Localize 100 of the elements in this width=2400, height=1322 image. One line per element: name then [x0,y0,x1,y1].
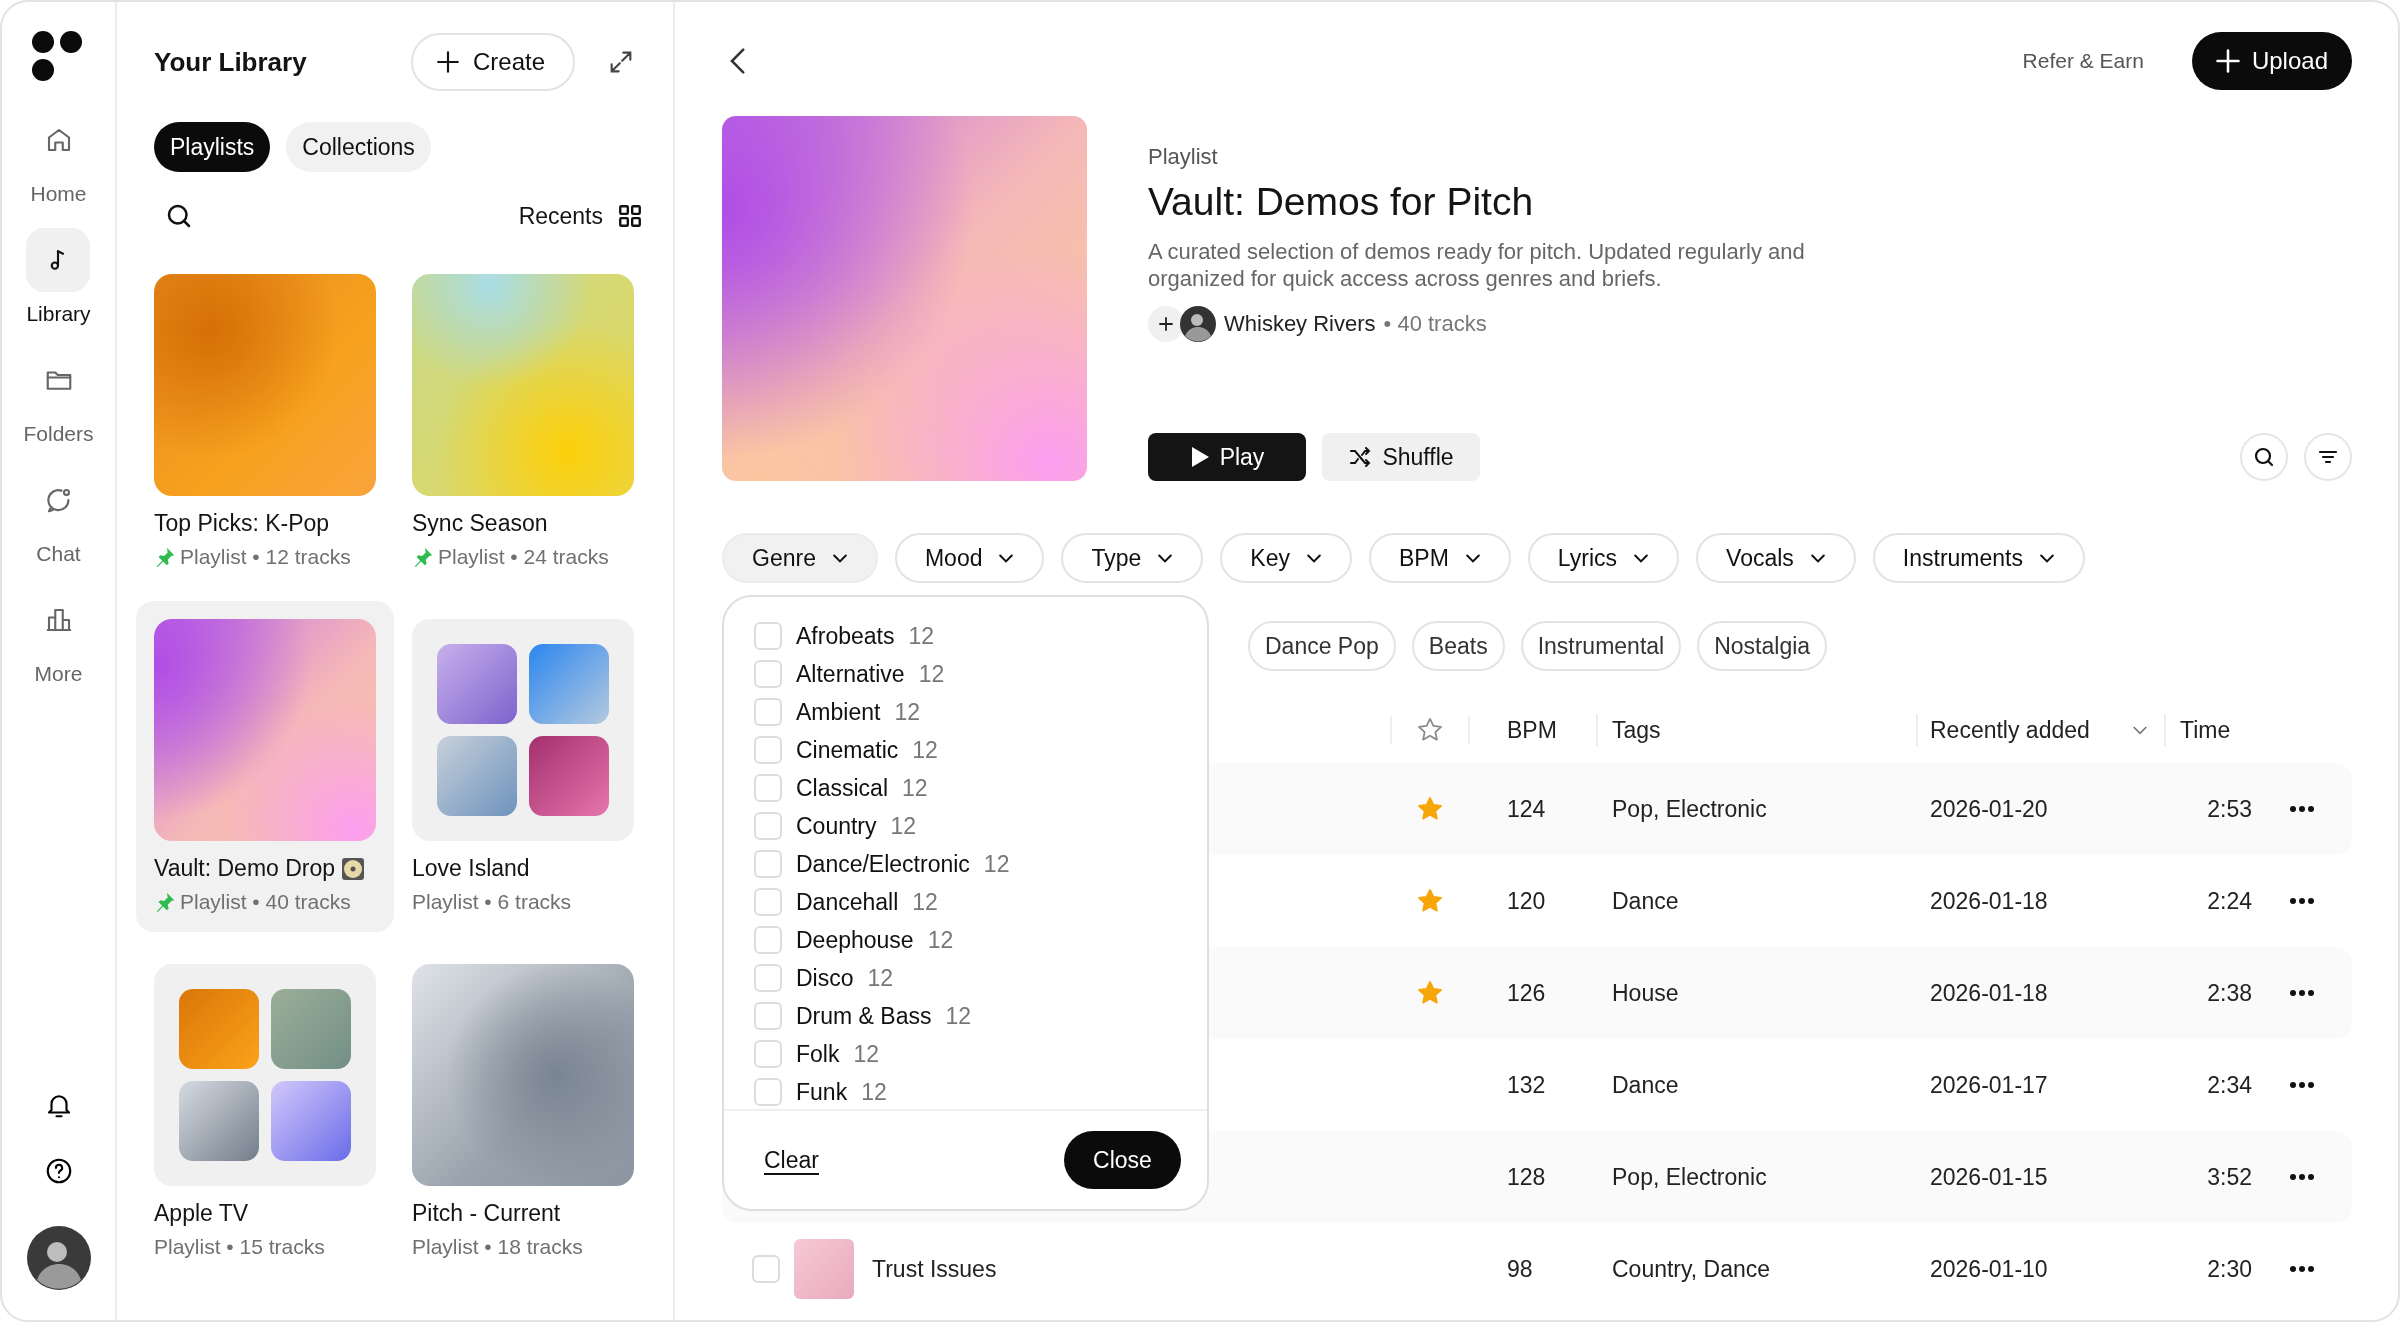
card-title: Vault: Demo Drop [154,855,336,882]
pin-icon [412,546,434,568]
playlist-card[interactable]: Love Island Playlist • 6 tracks [394,601,652,932]
tags-cell-text: Pop, Electronic [1611,795,1768,823]
pin-icon [154,546,176,568]
shuffle-icon [1348,445,1373,469]
tag-chip[interactable]: Instrumental [1520,621,1682,671]
search-icon [2252,445,2276,469]
bpm-cell-text: 132 [1506,1071,1547,1099]
plus-icon [1157,315,1175,333]
track-thumbnail [794,1239,854,1299]
playlist-card[interactable]: Pitch - Current Playlist • 18 tracks [394,946,652,1277]
tags-cell-text: House [1611,979,1680,1007]
nav-item[interactable]: Home [26,108,91,206]
user-avatar[interactable] [26,1226,91,1290]
genre-option[interactable]: Afrobeats 12 [754,617,1207,655]
library-tab[interactable]: Playlists [154,122,271,172]
genre-option[interactable]: Drum & Bass 12 [754,997,1207,1035]
filter-dropdown[interactable]: Mood [894,533,1045,583]
filter-dropdown[interactable]: Type [1061,533,1204,583]
card-meta: Playlist • 40 tracks [180,890,351,914]
shuffle-button[interactable]: Shuffle [1322,433,1480,481]
playlist-title: Vault: Demos for Pitch [1148,180,1535,224]
genre-option[interactable]: Dancehall 12 [754,883,1207,921]
track-title: Trust Issues [872,1255,998,1283]
tags-cell-text: Dance [1611,1071,1680,1099]
card-title: Sync Season [412,510,548,537]
genre-option[interactable]: Funk 12 [754,1073,1207,1109]
refer-link[interactable]: Refer & Earn [2022,49,2144,73]
row-checkbox[interactable] [752,1255,780,1283]
owner-name[interactable]: Whiskey Rivers [1224,311,1376,337]
bpm-cell-text: 98 [1506,1255,1534,1283]
date-cell-text: 2026-01-20 [1929,795,2049,823]
bpm-cell-text: 128 [1506,1163,1547,1191]
card-meta: Playlist • 18 tracks [412,1235,583,1259]
filter-dropdown[interactable]: Instruments [1872,533,2085,583]
play-icon [1189,446,1210,468]
nav-item[interactable]: More [26,588,91,686]
playlist-description: A curated selection of demos ready for pitch. Updated regularly and organized for quick access across genres and briefs. [1148,238,1806,292]
playlist-card[interactable]: Vault: Demo Drop Playlist • 40 tracks [136,601,394,932]
filter-dropdown[interactable]: BPM [1369,533,1511,583]
genre-option[interactable]: Disco 12 [754,959,1207,997]
playlist-card[interactable]: Sync Season Playlist • 24 tracks [394,256,652,587]
date-cell-text: 2026-01-15 [1929,1163,2049,1191]
time-cell-text: 2:53 [2206,795,2252,823]
filter-button[interactable] [2304,433,2352,481]
nav-item[interactable]: Folders [23,348,94,446]
owner-avatar [1180,306,1216,342]
time-cell-text: 2:30 [2206,1255,2252,1283]
library-title: Your Library [154,46,308,78]
tag-chip[interactable]: Dance Pop [1248,621,1396,671]
playlist-card[interactable]: Top Picks: K-Pop Playlist • 12 tracks [136,256,394,587]
tag-chip[interactable]: Beats [1411,621,1505,671]
time-cell-text: 2:34 [2206,1071,2252,1099]
plus-icon [434,49,461,75]
search-button[interactable] [2240,433,2288,481]
filter-dropdown[interactable]: Lyrics [1527,533,1680,583]
tags-cell-text: Pop, Electronic [1611,1163,1768,1191]
pin-icon [154,891,176,913]
sort-label[interactable]: Recents [518,202,603,230]
clear-link[interactable]: Clear [764,1146,819,1174]
column-header[interactable]: Time [2166,714,2252,746]
genre-option[interactable]: Ambient 12 [754,693,1207,731]
upload-button[interactable]: Upload [2191,32,2352,90]
time-cell-text: 2:24 [2206,887,2252,915]
filter-dropdown[interactable]: Genre [722,533,878,583]
add-collaborator-button[interactable] [1148,306,1184,342]
disc-icon [341,856,366,881]
genre-option[interactable]: Classical 12 [754,769,1207,807]
card-meta: Playlist • 12 tracks [180,545,351,569]
nav-item[interactable]: Chat [26,468,91,566]
bpm-cell-text: 126 [1506,979,1547,1007]
tags-cell-text: Dance [1611,887,1680,915]
nav-label: Library [26,302,91,326]
bpm-cell-text: 120 [1506,887,1547,915]
filter-dropdown[interactable]: Vocals [1696,533,1856,583]
card-title: Top Picks: K-Pop [154,510,330,537]
card-meta: Playlist • 6 tracks [412,890,572,914]
card-title: Apple TV [154,1200,249,1227]
grid-view-icon[interactable] [617,203,643,229]
create-button[interactable]: Create [410,33,575,91]
card-meta: Playlist • 15 tracks [154,1235,325,1259]
playlist-kind: Playlist [1148,144,1219,170]
close-button[interactable]: Close [1064,1131,1181,1189]
date-cell-text: 2026-01-10 [1929,1255,2049,1283]
genre-option[interactable]: Country 12 [754,807,1207,845]
playlist-card[interactable]: Apple TV Playlist • 15 tracks [136,946,394,1277]
library-tab[interactable]: Collections [286,122,431,172]
column-header[interactable]: Recently added [1930,714,2090,746]
bpm-cell-text: 124 [1506,795,1547,823]
card-title: Pitch - Current [412,1200,561,1227]
play-button[interactable]: Play [1148,433,1306,481]
nav-label: More [34,662,83,686]
filter-dropdown[interactable]: Key [1220,533,1352,583]
tag-chip[interactable]: Nostalgia [1697,621,1828,671]
plus-icon [2213,47,2242,75]
track-count: • 40 tracks [1383,311,1487,337]
genre-option[interactable]: Alternative 12 [754,655,1207,693]
column-header[interactable]: BPM [1470,714,1596,746]
column-header[interactable]: Tags [1596,714,1916,746]
